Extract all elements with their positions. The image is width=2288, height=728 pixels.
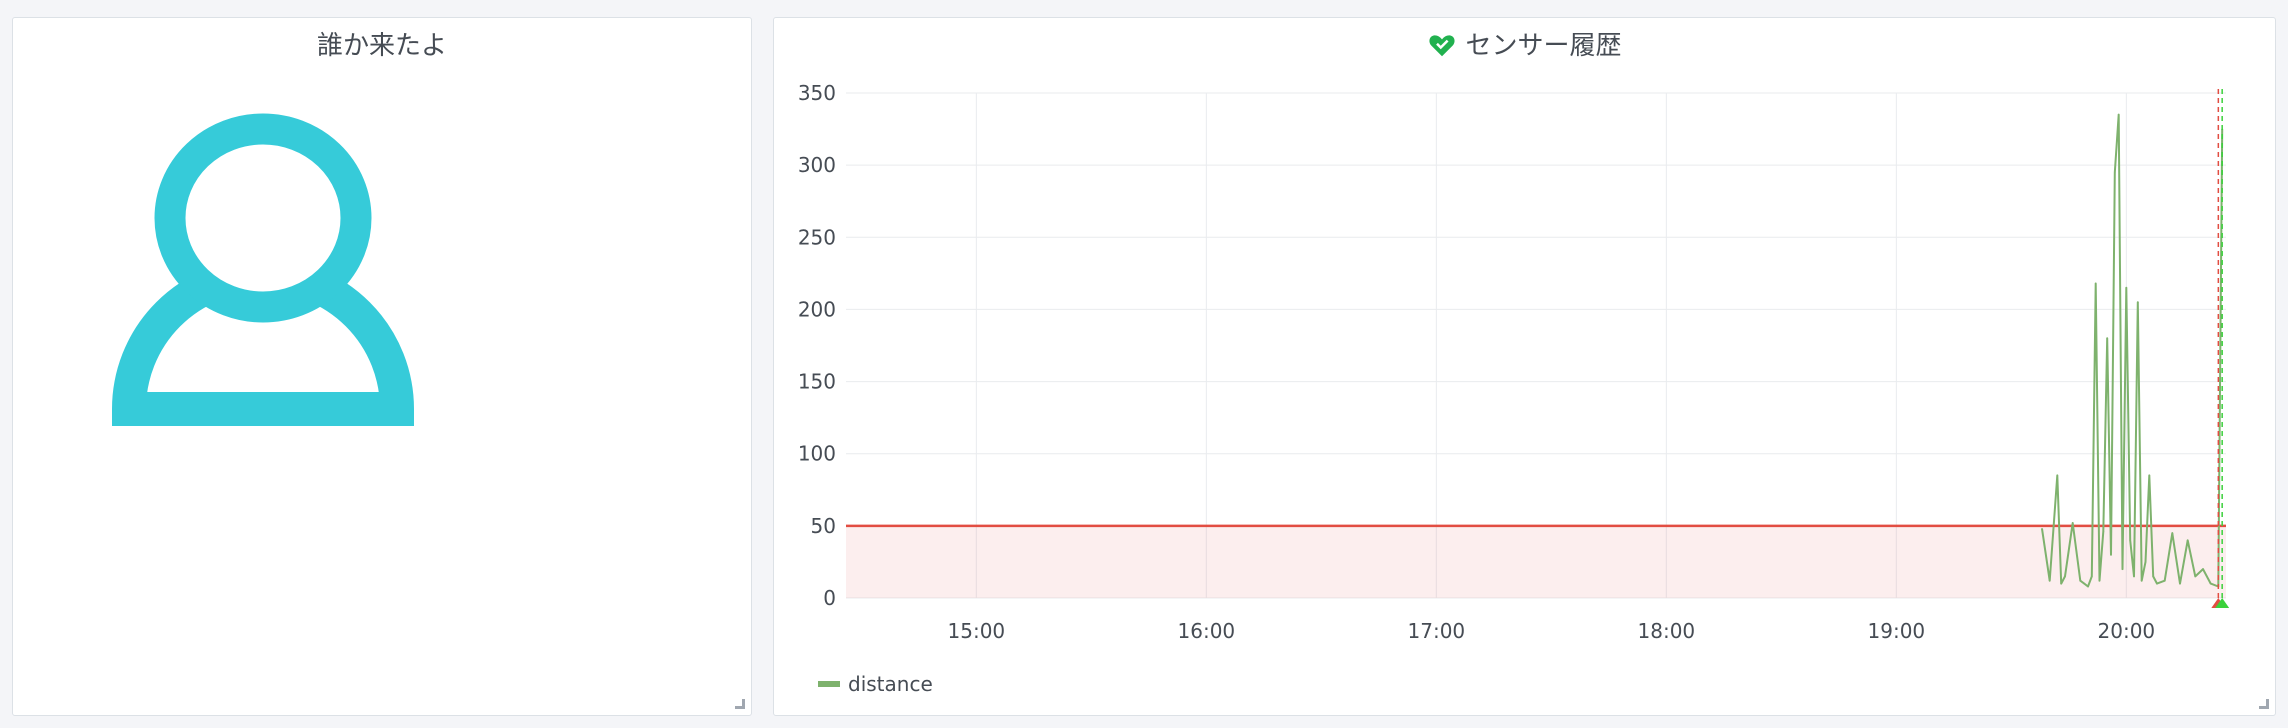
x-tick-label: 17:00 [1408, 619, 1466, 643]
series-point [2121, 568, 2124, 570]
y-tick-label: 100 [798, 442, 836, 466]
series-point [2129, 539, 2131, 542]
resize-handle[interactable] [2259, 699, 2269, 709]
series-point [2041, 527, 2043, 530]
sensor-history-panel: センサー履歴 0 50 100 150 200 250 300 350 15:00 16:00 17… [773, 17, 2276, 716]
x-tick-label: 15:00 [948, 619, 1006, 643]
visitor-panel: 誰か来たよ [12, 17, 752, 716]
x-tick-label: 19:00 [1868, 619, 1926, 643]
series-point [2194, 575, 2197, 578]
person-icon [111, 113, 415, 426]
series-point [2140, 579, 2143, 582]
series-point [2144, 561, 2147, 563]
series-point [2048, 579, 2051, 582]
threshold-area [846, 525, 2226, 598]
series-point [2137, 301, 2139, 304]
y-tick-label: 150 [798, 370, 836, 394]
y-tick-label: 300 [798, 153, 836, 177]
series-point [2079, 579, 2082, 582]
legend-swatch [818, 681, 840, 687]
distance-chart[interactable]: 0 50 100 150 200 250 300 350 15:00 16:00 17:00 18:0… [774, 18, 2277, 717]
series-point [2125, 286, 2128, 289]
series-point [2083, 582, 2085, 585]
series-point [2171, 532, 2174, 534]
series-point [2087, 585, 2089, 588]
series-point [2091, 575, 2093, 578]
series-point [2186, 539, 2189, 542]
y-tick-label: 250 [798, 225, 836, 249]
series-point [2064, 575, 2066, 578]
series-point [2117, 113, 2120, 116]
series-point [2060, 582, 2062, 585]
series-line-distance [2041, 113, 2224, 588]
x-tick-label: 20:00 [2098, 619, 2156, 643]
series-point [2163, 579, 2166, 582]
series-point [2209, 582, 2212, 585]
series-point [2156, 582, 2158, 585]
y-tick-label: 50 [811, 514, 836, 538]
y-tick-label: 0 [823, 586, 836, 610]
series-point [2114, 171, 2116, 174]
legend-label: distance [848, 672, 933, 696]
series-point [2202, 568, 2204, 570]
series-point [2179, 582, 2181, 585]
y-tick-label: 200 [798, 297, 836, 321]
legend-item-distance[interactable]: distance [818, 672, 933, 696]
series-point [2102, 530, 2105, 533]
y-tick-label: 350 [798, 81, 836, 105]
series-point [2071, 522, 2074, 524]
series-point [2094, 282, 2097, 285]
x-tick-label: 18:00 [1638, 619, 1696, 643]
series-point [2152, 575, 2154, 578]
series-point [2106, 337, 2108, 340]
series-point [2056, 474, 2059, 477]
x-tick-label: 16:00 [1178, 619, 1236, 643]
series-point [2148, 474, 2151, 477]
person-head-shape [154, 113, 372, 323]
series-point [2133, 575, 2135, 578]
resize-handle[interactable] [735, 699, 745, 709]
series-point [2110, 553, 2112, 556]
series-point [2098, 579, 2101, 582]
chart-legend: distance [818, 672, 933, 696]
